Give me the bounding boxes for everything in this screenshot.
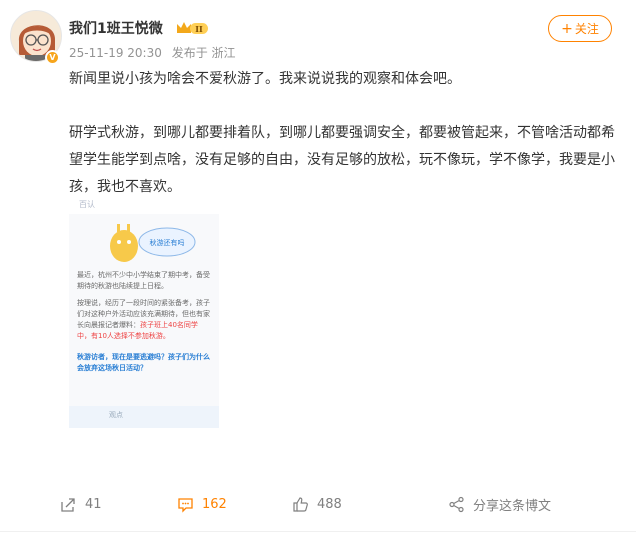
post-timestamp[interactable]: 25-11-19 20:30: [69, 46, 162, 60]
image-footer-text: 观点: [109, 411, 123, 419]
post-meta: 25-11-19 20:30 发布于 浙江: [69, 44, 242, 61]
repost-icon: [61, 497, 75, 512]
image-illustration: 秋游还有吗: [69, 214, 219, 270]
image-line-2: 按理说，经历了一段时间的紧张备考，孩子们对这种户外活动应该充满期待，但也有家长向…: [69, 298, 219, 342]
post-paragraph-1: 新闻里说小孩为啥会不爱秋游了。我来说说我的观察和体会吧。: [69, 71, 461, 87]
share-label: 分享这条博文: [473, 498, 552, 514]
repost-count: 41: [85, 496, 102, 512]
post-source: 发布于 浙江: [171, 46, 236, 60]
comment-count: 162: [202, 496, 227, 512]
image-header: 百认: [69, 196, 219, 214]
verified-badge: V: [45, 50, 60, 65]
post-paragraph-2: 研学式秋游，到哪儿都要排着队，到哪儿都要强调安全，都要被管起来，不管啥活动都希望…: [69, 125, 615, 195]
share-button[interactable]: 分享这条博文: [448, 486, 551, 522]
action-bar: 41 162 488 分享这条博文: [0, 486, 636, 522]
crown-level-icon: II: [177, 22, 208, 34]
username[interactable]: 我们1班王悦微: [69, 18, 163, 38]
like-count: 488: [317, 496, 342, 512]
comment-icon: [178, 497, 193, 513]
crown-level-text: II: [195, 24, 203, 34]
image-line-1: 最近，杭州不少中小学结束了期中考，备受期待的秋游也陆续提上日程。: [77, 271, 210, 290]
image-footer: 观点: [69, 406, 219, 428]
follow-label: 关注: [574, 22, 599, 36]
share-icon: [449, 496, 464, 512]
image-question: 秋游访者，现在是要逃避吗？孩子们为什么会放弃这场秋日活动？: [77, 353, 210, 372]
repost-button[interactable]: 41: [60, 486, 102, 522]
plus-icon: +: [561, 20, 573, 37]
post-text: 新闻里说小孩为啥会不爱秋游了。我来说说我的观察和体会吧。 研学式秋游，到哪儿都要…: [69, 66, 619, 201]
post-image[interactable]: 百认 秋游还有吗 最近，杭州不少中小学结束了期中考，备受期待的秋游也陆续提上日程…: [69, 196, 219, 428]
comment-button[interactable]: 162: [177, 486, 227, 522]
thumbs-up-icon: [293, 496, 308, 512]
bottom-divider: [0, 531, 636, 532]
like-button[interactable]: 488: [292, 486, 342, 522]
bubble-text: 秋游还有吗: [150, 238, 185, 247]
giraffe-icon: 秋游还有吗: [110, 224, 196, 262]
follow-button[interactable]: + 关注: [548, 15, 612, 42]
